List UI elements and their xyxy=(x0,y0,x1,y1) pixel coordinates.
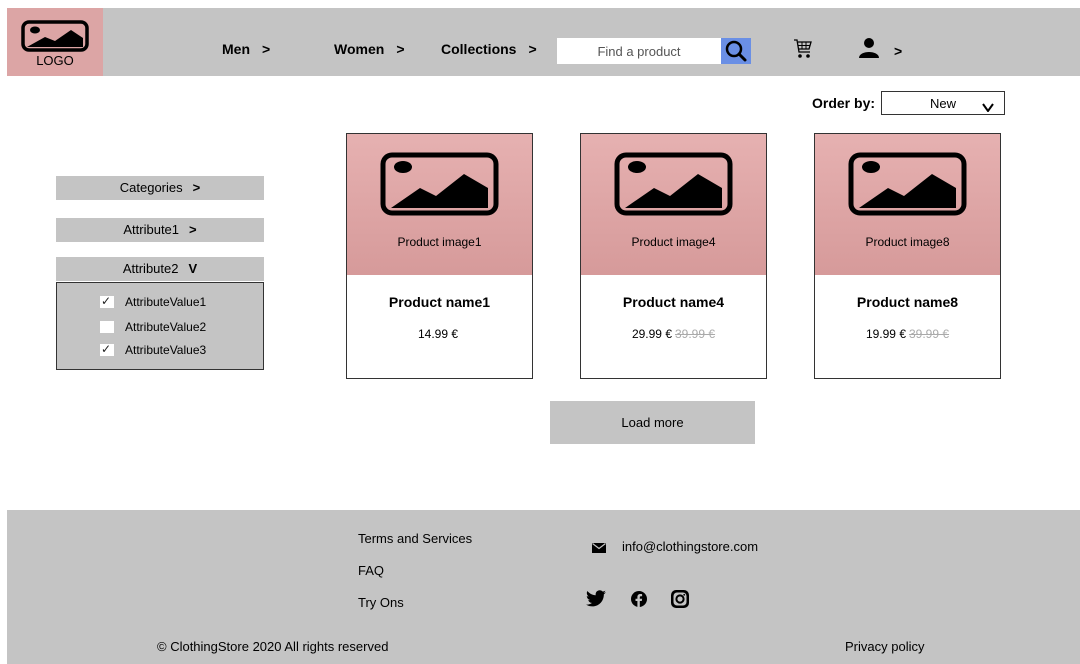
filter-attribute2-label: Attribute2 xyxy=(122,261,179,276)
filter-categories[interactable]: Categories > xyxy=(56,176,264,200)
chevron-down-icon xyxy=(982,99,994,117)
footer: Terms and Services FAQ Try Ons info@clot… xyxy=(7,510,1080,664)
product-card[interactable]: Product image4 Product name4 29.99 €39.9… xyxy=(580,133,767,379)
attribute2-values: ✓ AttributeValue1 AttributeValue2 ✓ Attr… xyxy=(56,282,264,370)
attribute-value-label: AttributeValue3 xyxy=(125,343,207,357)
attribute-value-label: AttributeValue2 xyxy=(125,320,207,334)
mail-icon xyxy=(592,540,606,558)
image-placeholder-icon xyxy=(848,152,967,221)
user-icon[interactable] xyxy=(858,37,880,64)
attribute-value-label: AttributeValue1 xyxy=(125,295,207,309)
product-name[interactable]: Product name1 xyxy=(347,294,532,310)
search-icon xyxy=(725,40,747,62)
footer-email-link[interactable]: info@clothingstore.com xyxy=(622,539,758,554)
footer-link-faq[interactable]: FAQ xyxy=(358,563,384,578)
chevron-right-icon: > xyxy=(189,222,197,237)
checkbox[interactable]: ✓ xyxy=(100,294,114,308)
nav-men[interactable]: Men > xyxy=(222,41,270,57)
check-icon: ✓ xyxy=(101,294,112,308)
footer-privacy-link[interactable]: Privacy policy xyxy=(845,639,924,654)
product-price-block: 19.99 €39.99 € xyxy=(815,327,1000,341)
product-image-caption: Product image1 xyxy=(397,235,482,249)
filter-categories-label: Categories xyxy=(119,180,183,195)
order-by-label: Order by: xyxy=(812,95,876,111)
logo[interactable]: LOGO xyxy=(7,8,103,76)
search-input[interactable] xyxy=(557,38,721,64)
nav-men-label: Men xyxy=(222,41,250,57)
product-price: 29.99 € xyxy=(631,327,672,341)
footer-link-terms[interactable]: Terms and Services xyxy=(358,531,472,546)
chevron-right-icon: > xyxy=(528,41,537,57)
filter-attribute1-label: Attribute1 xyxy=(123,222,180,237)
checkbox[interactable]: ✓ xyxy=(100,342,114,356)
image-placeholder-icon xyxy=(21,20,89,57)
order-by-select[interactable]: New xyxy=(881,91,1005,115)
product-image-caption: Product image8 xyxy=(865,235,950,249)
chevron-down-icon: V xyxy=(188,261,198,276)
user-menu-chevron[interactable]: > xyxy=(894,43,902,59)
check-icon: ✓ xyxy=(101,342,112,356)
header: LOGO Men > Women > Collections > Find a … xyxy=(7,8,1080,76)
product-price: 14.99 € xyxy=(417,327,459,341)
product-name[interactable]: Product name4 xyxy=(581,294,766,310)
nav-women-label: Women xyxy=(334,41,385,57)
load-more-button[interactable]: Load more xyxy=(550,401,755,444)
product-image[interactable]: Product image1 xyxy=(347,134,532,275)
product-image[interactable]: Product image4 xyxy=(581,134,766,275)
chevron-right-icon: > xyxy=(396,41,405,57)
product-card[interactable]: Product image8 Product name8 19.99 €39.9… xyxy=(814,133,1001,379)
product-price: 19.99 € xyxy=(865,327,906,341)
filter-attribute1[interactable]: Attribute1 > xyxy=(56,218,264,242)
product-image[interactable]: Product image8 xyxy=(815,134,1000,275)
chevron-right-icon: > xyxy=(192,180,201,195)
image-placeholder-icon xyxy=(614,152,733,221)
twitter-icon[interactable] xyxy=(585,590,607,613)
footer-copyright: © ClothingStore 2020 All rights reserved xyxy=(157,639,389,654)
checkbox[interactable] xyxy=(100,321,114,333)
facebook-icon[interactable] xyxy=(631,591,647,612)
instagram-icon[interactable] xyxy=(670,589,690,614)
product-price-block: 14.99 € xyxy=(347,327,532,341)
product-old-price: 39.99 € xyxy=(675,327,716,341)
image-placeholder-icon xyxy=(380,152,499,221)
order-by-value: New xyxy=(930,96,957,111)
nav-collections[interactable]: Collections > xyxy=(441,41,537,57)
product-price-block: 29.99 €39.99 € xyxy=(581,327,766,341)
product-card[interactable]: Product image1 Product name1 14.99 € xyxy=(346,133,533,379)
cart-icon[interactable] xyxy=(793,38,813,65)
product-name[interactable]: Product name8 xyxy=(815,294,1000,310)
product-old-price: 39.99 € xyxy=(909,327,950,341)
logo-text: LOGO xyxy=(36,53,74,68)
search-button[interactable] xyxy=(721,38,751,64)
nav-collections-label: Collections xyxy=(441,41,517,57)
filter-attribute2[interactable]: Attribute2 V xyxy=(56,257,264,281)
nav-women[interactable]: Women > xyxy=(334,41,405,57)
footer-link-try-ons[interactable]: Try Ons xyxy=(358,595,404,610)
product-image-caption: Product image4 xyxy=(631,235,716,249)
search-bar xyxy=(557,38,751,64)
chevron-right-icon: > xyxy=(262,41,271,57)
